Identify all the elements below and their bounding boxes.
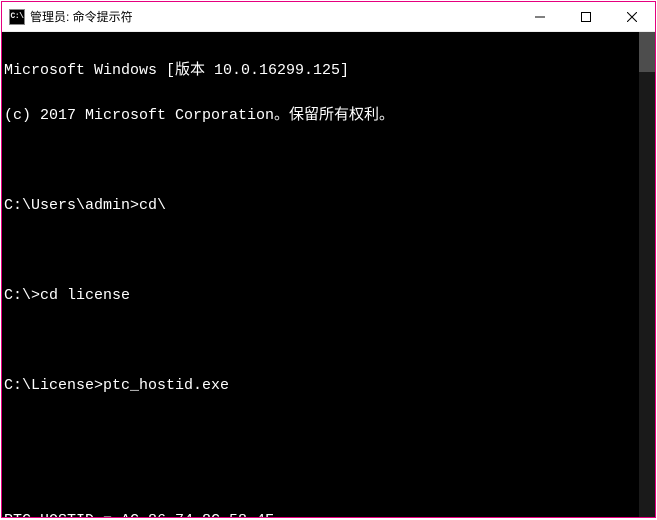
vertical-scrollbar[interactable] (639, 32, 655, 517)
console-line: C:\Users\admin>cd\ (4, 198, 655, 213)
close-icon (627, 12, 637, 22)
maximize-button[interactable] (563, 2, 609, 31)
console-line (4, 468, 655, 483)
console-line: C:\License>ptc_hostid.exe (4, 378, 655, 393)
console-line: Microsoft Windows [版本 10.0.16299.125] (4, 63, 655, 78)
console-line (4, 243, 655, 258)
console-line: (c) 2017 Microsoft Corporation。保留所有权利。 (4, 108, 655, 123)
console-output: Microsoft Windows [版本 10.0.16299.125] (c… (2, 32, 655, 517)
titlebar[interactable]: C:\ 管理员: 命令提示符 (2, 2, 655, 32)
command-prompt-window: C:\ 管理员: 命令提示符 Microsoft Windows [版本 10.… (1, 1, 656, 518)
minimize-button[interactable] (517, 2, 563, 31)
console-line: C:\>cd license (4, 288, 655, 303)
window-controls (517, 2, 655, 31)
minimize-icon (535, 12, 545, 22)
window-title: 管理员: 命令提示符 (30, 8, 517, 25)
console-line: PTC HOSTID = AC-86-74-8C-58-4F (4, 513, 655, 517)
close-button[interactable] (609, 2, 655, 31)
console-line (4, 153, 655, 168)
scrollbar-thumb[interactable] (639, 32, 655, 72)
console-line (4, 423, 655, 438)
cmd-icon: C:\ (9, 9, 25, 25)
maximize-icon (581, 12, 591, 22)
console-area[interactable]: Microsoft Windows [版本 10.0.16299.125] (c… (2, 32, 655, 517)
console-line (4, 333, 655, 348)
